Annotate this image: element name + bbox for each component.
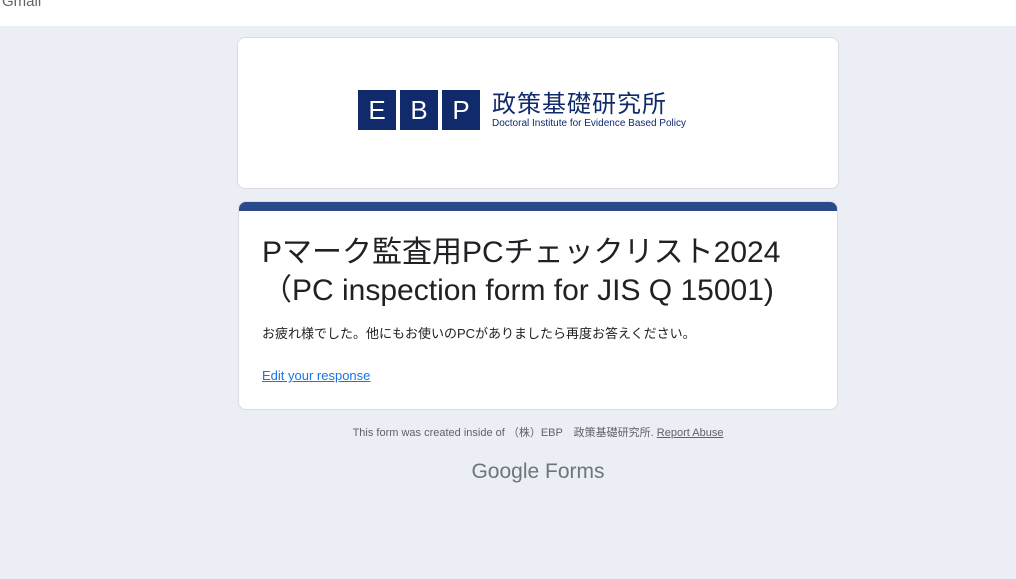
ebp-logo: E B P 政策基礎研究所 Doctoral Institute for Evi… (358, 89, 686, 131)
edit-response-link[interactable]: Edit your response (262, 368, 370, 384)
google-wordmark: Google (471, 460, 540, 483)
top-bar: Gmail (0, 0, 1016, 26)
logo-text: 政策基礎研究所 Doctoral Institute for Evidence … (492, 90, 686, 130)
gmail-label[interactable]: Gmail (2, 0, 41, 12)
forms-wordmark: Forms (545, 460, 605, 483)
form-title: Pマーク監査用PCチェックリスト2024（PC inspection form … (262, 236, 781, 307)
created-by-text: This form was created inside of （株）EBP 政… (352, 427, 654, 439)
report-abuse-link[interactable]: Report Abuse (657, 427, 724, 439)
logo-jp-text: 政策基礎研究所 (492, 90, 667, 118)
form-confirmation-card: Pマーク監査用PCチェックリスト2024（PC inspection form … (238, 201, 838, 410)
google-forms-logo[interactable]: Google Forms (238, 459, 838, 485)
logo-letter-b: B (400, 90, 438, 130)
logo-letter-e: E (358, 90, 396, 130)
logo-letter-p: P (442, 90, 480, 130)
logo-en-text: Doctoral Institute for Evidence Based Po… (492, 118, 686, 129)
footer-note: This form was created inside of （株）EBP 政… (238, 426, 838, 440)
form-header-card: E B P 政策基礎研究所 Doctoral Institute for Evi… (237, 37, 839, 189)
confirmation-message: お疲れ様でした。他にもお使いのPCがありましたら再度お答えください。 (262, 326, 696, 341)
accent-bar (239, 202, 837, 211)
